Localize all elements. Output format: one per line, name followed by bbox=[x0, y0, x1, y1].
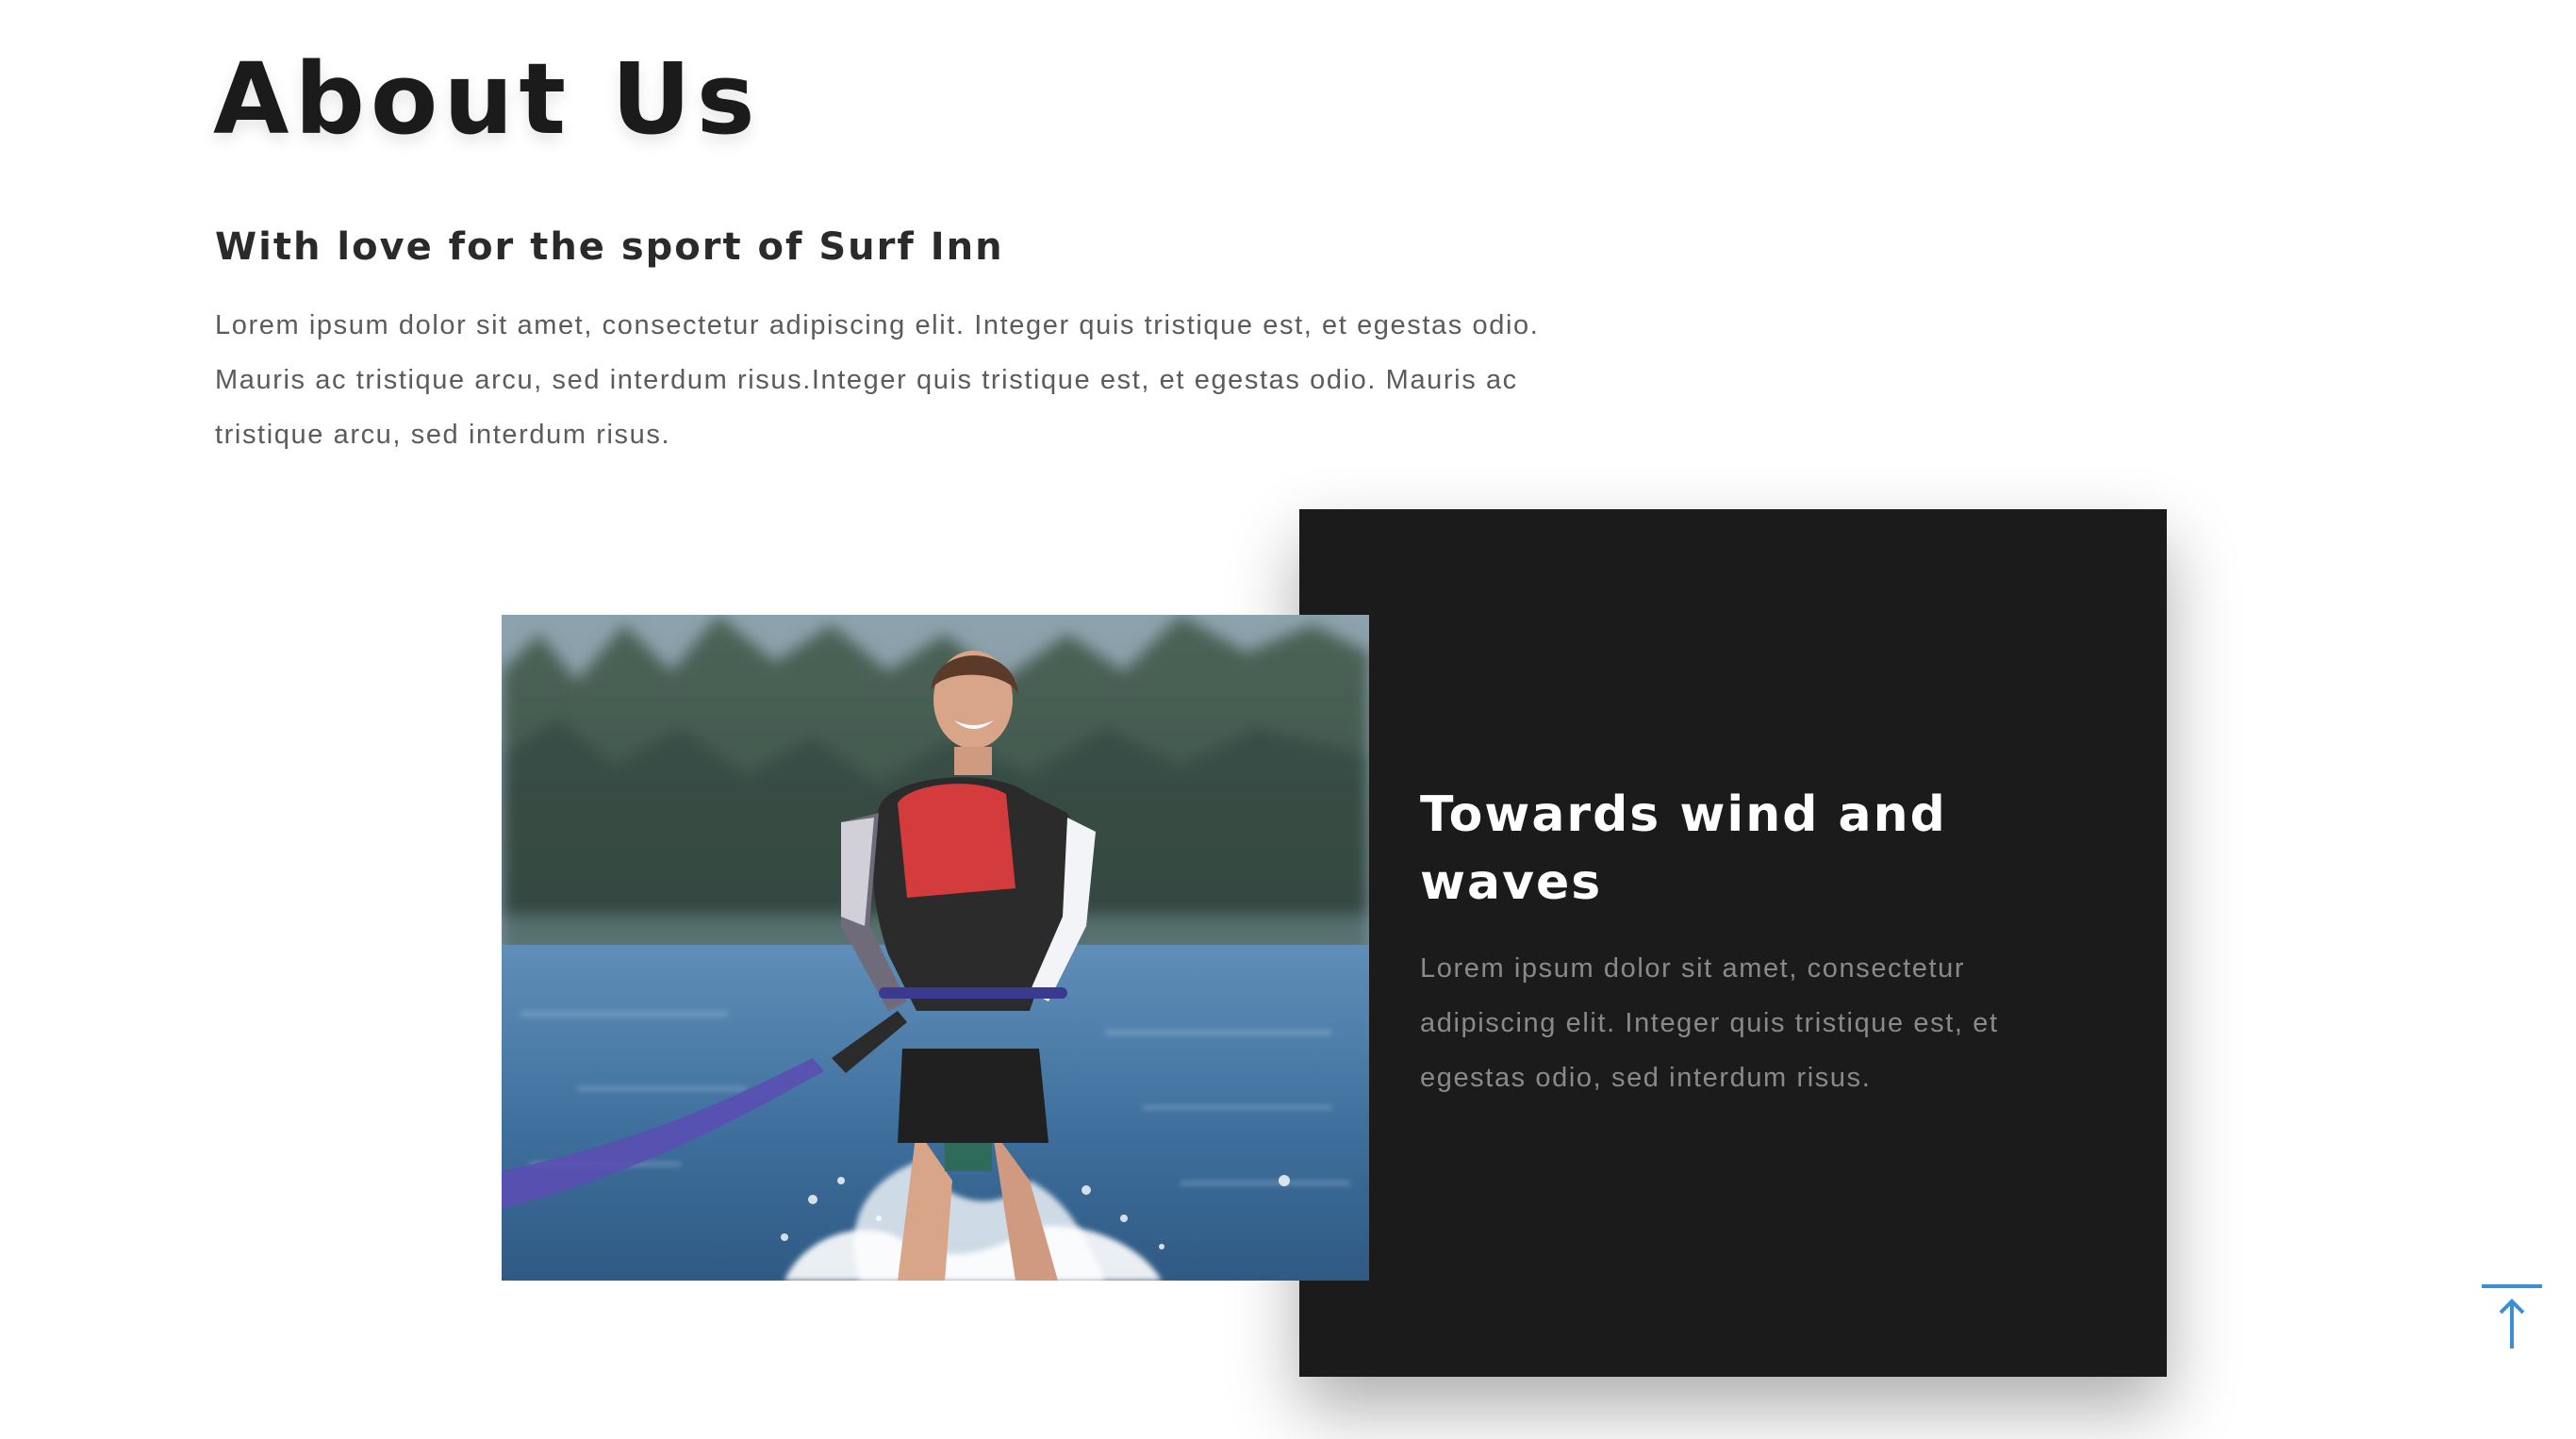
about-section: About Us With love for the sport of Surf… bbox=[0, 0, 2576, 1439]
feature-title: Towards wind and waves bbox=[1420, 786, 1947, 911]
feature-text: Lorem ipsum dolor sit amet, consectetur … bbox=[1420, 953, 1999, 1093]
intro-paragraph: Lorem ipsum dolor sit amet, consectetur … bbox=[215, 310, 1540, 450]
water-skier-photo bbox=[502, 615, 1369, 1281]
section-subtitle: With love for the sport of Surf Inn bbox=[215, 225, 1004, 269]
page-title: About Us bbox=[213, 41, 761, 157]
arrow-up-icon bbox=[2482, 1284, 2542, 1350]
back-to-top-button[interactable] bbox=[2482, 1284, 2542, 1350]
